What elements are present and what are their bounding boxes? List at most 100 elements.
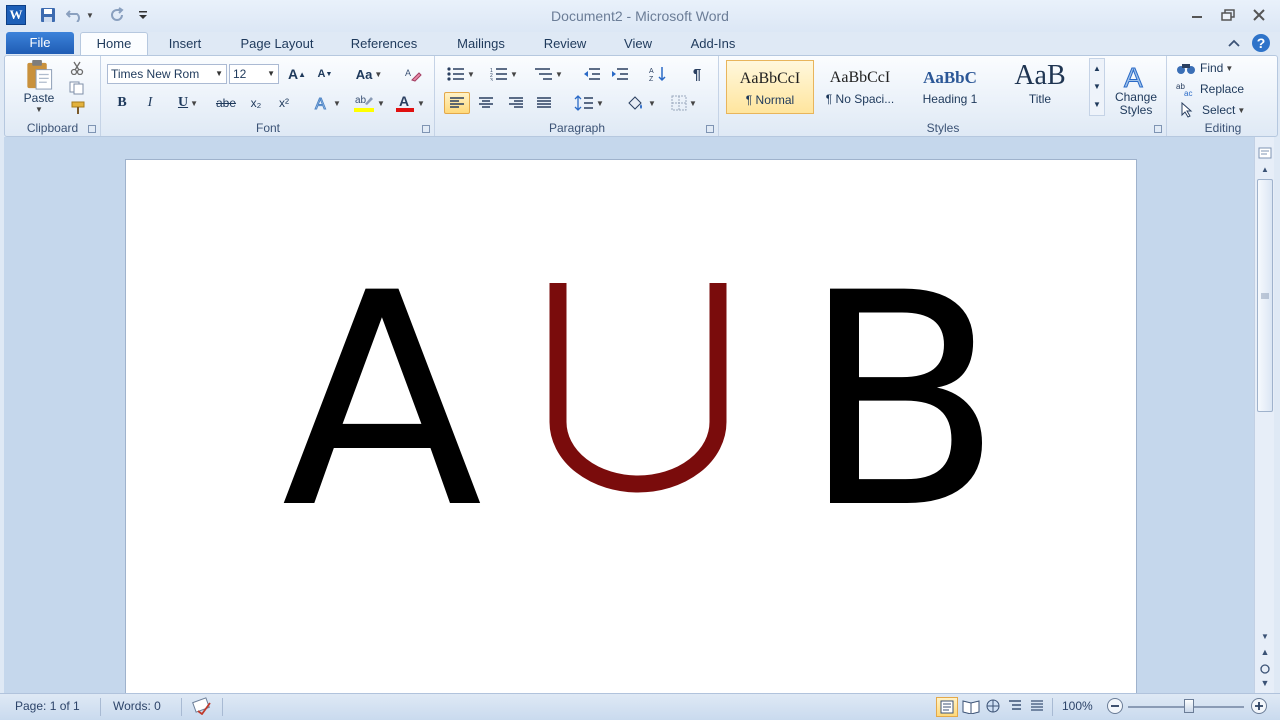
paragraph-group-label: Paragraph [548, 121, 606, 135]
clipboard-group: Paste ▼ Clipboard [5, 56, 101, 136]
print-layout-view-icon[interactable] [936, 697, 958, 717]
replace-button[interactable]: ab ac Replace [1176, 79, 1272, 99]
clipboard-launcher-icon[interactable] [88, 125, 96, 133]
align-right-icon[interactable] [504, 93, 528, 113]
italic-button[interactable]: I [140, 93, 160, 113]
page-count[interactable]: Page: 1 of 1 [15, 699, 80, 713]
styles-scroll-down-icon[interactable]: ▼ [1093, 78, 1101, 96]
line-spacing-button[interactable]: ▼ [570, 93, 608, 113]
vertical-scrollbar[interactable]: ▲ ▼ ▲ ▼ [1254, 137, 1274, 693]
restore-icon[interactable] [1215, 6, 1241, 24]
paragraph-launcher-icon[interactable] [706, 125, 714, 133]
view-ruler-icon[interactable] [1258, 146, 1272, 160]
subscript-button[interactable]: x₂ [244, 93, 268, 113]
numbering-button[interactable]: 1 2 3 ▼ [486, 64, 522, 84]
text-effects-button[interactable]: A ▼ [310, 93, 344, 113]
text-effects-icon: A [315, 96, 327, 113]
svg-text:A: A [315, 96, 326, 112]
bullets-icon [447, 67, 465, 81]
decrease-indent-icon[interactable] [580, 64, 604, 84]
tab-file[interactable]: File [6, 32, 74, 54]
format-painter-icon[interactable] [67, 99, 89, 117]
borders-button[interactable]: ▼ [666, 93, 702, 113]
outline-view-icon[interactable] [1006, 698, 1024, 717]
show-formatting-button[interactable]: ¶ [686, 64, 708, 84]
scroll-down-icon[interactable]: ▼ [1258, 632, 1272, 644]
shrink-font-button[interactable]: A ▼ [314, 64, 336, 84]
draft-view-icon[interactable] [1028, 698, 1046, 717]
style-no-spacing[interactable]: AaBbCcI ¶ No Spaci... [816, 60, 904, 114]
tab-add-ins[interactable]: Add-Ins [682, 34, 744, 55]
underline-button[interactable]: U ▼ [170, 93, 206, 113]
svg-text:3: 3 [490, 78, 493, 81]
align-center-icon[interactable] [474, 93, 498, 113]
union-symbol [549, 283, 727, 493]
styles-launcher-icon[interactable] [1154, 125, 1162, 133]
change-case-button[interactable]: Aa ▼ [352, 64, 386, 84]
tab-references[interactable]: References [342, 34, 426, 55]
grow-font-button[interactable]: A ▲ [286, 64, 308, 84]
style-normal[interactable]: AaBbCcI ¶ Normal [726, 60, 814, 114]
browse-object-icon[interactable] [1258, 663, 1272, 675]
document-page[interactable]: A B [125, 159, 1137, 699]
bullets-button[interactable]: ▼ [444, 64, 478, 84]
zoom-level[interactable]: 100% [1062, 699, 1093, 713]
styles-more-icon[interactable]: ▼ [1093, 96, 1101, 114]
help-icon[interactable]: ? [1250, 32, 1272, 54]
minimize-ribbon-icon[interactable] [1224, 34, 1244, 52]
select-cursor-icon [1181, 102, 1193, 118]
page-content: A B [281, 231, 1002, 573]
tab-mailings[interactable]: Mailings [446, 34, 516, 55]
web-layout-view-icon[interactable] [984, 698, 1002, 717]
tab-review[interactable]: Review [536, 34, 594, 55]
ribbon-tabs: File Home Insert Page Layout References … [0, 32, 1280, 56]
zoom-slider-thumb[interactable] [1184, 699, 1194, 713]
proofing-icon[interactable] [192, 697, 212, 718]
font-size-combo[interactable]: 12 ▼ [229, 64, 279, 84]
scroll-up-icon[interactable]: ▲ [1258, 165, 1272, 177]
sort-icon[interactable]: AZ [646, 64, 670, 84]
cut-icon[interactable] [67, 59, 87, 77]
styles-scroll-up-icon[interactable]: ▲ [1093, 60, 1101, 78]
style-title-sample: AaB [1014, 60, 1066, 91]
previous-page-icon[interactable]: ▲ [1258, 647, 1272, 659]
word-count[interactable]: Words: 0 [113, 699, 161, 713]
find-button[interactable]: Find ▼ [1176, 58, 1266, 78]
strikethrough-button[interactable]: abe [212, 93, 240, 113]
close-icon[interactable] [1246, 6, 1272, 24]
justify-icon[interactable] [532, 93, 556, 113]
letter-a: A [281, 231, 483, 573]
clear-formatting-icon[interactable]: A [402, 64, 424, 84]
tab-insert[interactable]: Insert [158, 34, 212, 55]
clipboard-group-label: Clipboard [26, 121, 79, 135]
superscript-button[interactable]: x² [272, 93, 296, 113]
minimize-icon[interactable] [1184, 6, 1210, 24]
zoom-out-icon[interactable] [1106, 697, 1124, 718]
scroll-thumb[interactable] [1257, 179, 1273, 412]
multilevel-list-button[interactable]: ▼ [530, 64, 566, 84]
document-area: A B [4, 137, 1254, 699]
increase-indent-icon[interactable] [608, 64, 632, 84]
tab-home[interactable]: Home [80, 32, 148, 56]
change-styles-button[interactable]: A Change Styles [1108, 58, 1164, 120]
zoom-in-icon[interactable] [1250, 697, 1268, 718]
align-left-button[interactable] [444, 92, 470, 114]
font-color-button[interactable]: A ▼ [392, 93, 428, 113]
bold-button[interactable]: B [112, 93, 132, 113]
font-name-combo[interactable]: Times New Rom ▼ [107, 64, 227, 84]
full-screen-reading-view-icon[interactable] [962, 698, 980, 717]
highlight-button[interactable]: ab ▼ [350, 93, 388, 113]
styles-scroll[interactable]: ▲ ▼ ▼ [1089, 58, 1105, 116]
select-button[interactable]: Select ▼ [1180, 100, 1270, 120]
shading-button[interactable]: ▼ [622, 93, 660, 113]
svg-text:A: A [1124, 62, 1143, 91]
tab-view[interactable]: View [614, 34, 662, 55]
style-heading-1[interactable]: AaBbC Heading 1 [906, 60, 994, 114]
font-launcher-icon[interactable] [422, 125, 430, 133]
style-title[interactable]: AaB Title [996, 60, 1084, 114]
svg-text:A: A [405, 68, 411, 78]
copy-icon[interactable] [67, 79, 87, 97]
next-page-icon[interactable]: ▼ [1258, 678, 1272, 690]
paste-button[interactable]: Paste ▼ [13, 58, 65, 114]
tab-page-layout[interactable]: Page Layout [230, 34, 324, 55]
